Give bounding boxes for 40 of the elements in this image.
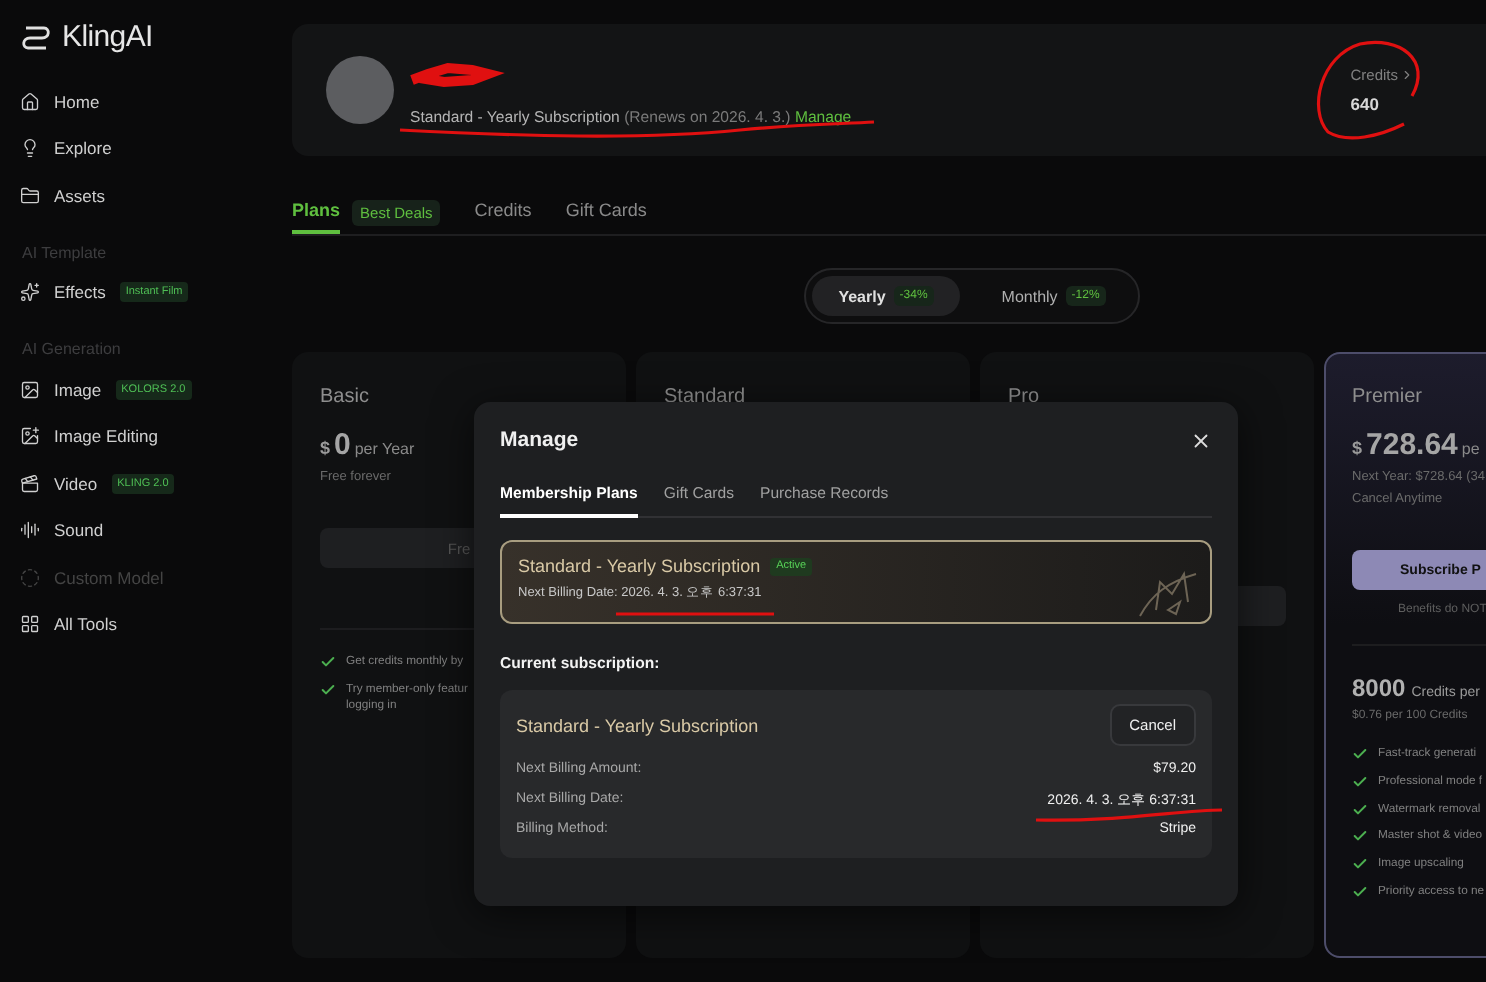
tab[interactable]: Gift Cards <box>565 190 647 234</box>
price-period: pe <box>1461 440 1480 458</box>
plan-price: 0 <box>334 428 351 462</box>
tab[interactable]: Credits <box>474 190 532 234</box>
plan-title: Premier <box>1352 386 1425 408</box>
video-icon <box>20 473 40 494</box>
logo-text: KlingAI <box>62 20 153 54</box>
grid-icon <box>20 614 40 635</box>
redaction-scribble <box>410 62 505 88</box>
chevron-right-icon <box>1400 68 1414 82</box>
nav-item[interactable]: Assets <box>20 172 292 219</box>
dialog-title: Manage <box>500 428 579 452</box>
nav-item[interactable]: Home <box>20 78 292 125</box>
logo-icon <box>20 21 52 53</box>
sparkle-icon <box>20 282 40 303</box>
folder-icon <box>20 185 40 206</box>
nav-item[interactable]: Sound <box>20 507 292 554</box>
nav-item[interactable]: All Tools <box>20 601 292 648</box>
image-icon <box>20 379 40 400</box>
tab[interactable]: Plans <box>292 190 341 234</box>
image-plus-icon <box>20 426 40 447</box>
line-drawing <box>1136 566 1200 618</box>
plan-name: Standard - Yearly Subscription <box>516 715 759 735</box>
dashed-circle-icon <box>20 567 40 588</box>
plan-price: 728.64 <box>1366 428 1458 462</box>
credit-amount: 8000 <box>1352 674 1406 702</box>
currency-symbol: $ <box>1352 438 1363 458</box>
lightbulb-icon <box>20 138 40 159</box>
currency-symbol: $ <box>320 438 331 458</box>
price-period: per Year <box>354 440 415 458</box>
house-icon <box>20 91 40 112</box>
nav-item[interactable]: Image Editing <box>20 413 292 460</box>
credits-value: 640 <box>1350 94 1381 114</box>
close-button[interactable] <box>1190 429 1212 451</box>
plan-title: Pro <box>1008 386 1042 408</box>
nav-item[interactable]: Explore <box>20 125 292 172</box>
plan-title: Standard <box>664 386 748 408</box>
audio-lines-icon <box>20 520 40 541</box>
avatar <box>326 56 394 124</box>
plan-title: Basic <box>320 386 371 408</box>
